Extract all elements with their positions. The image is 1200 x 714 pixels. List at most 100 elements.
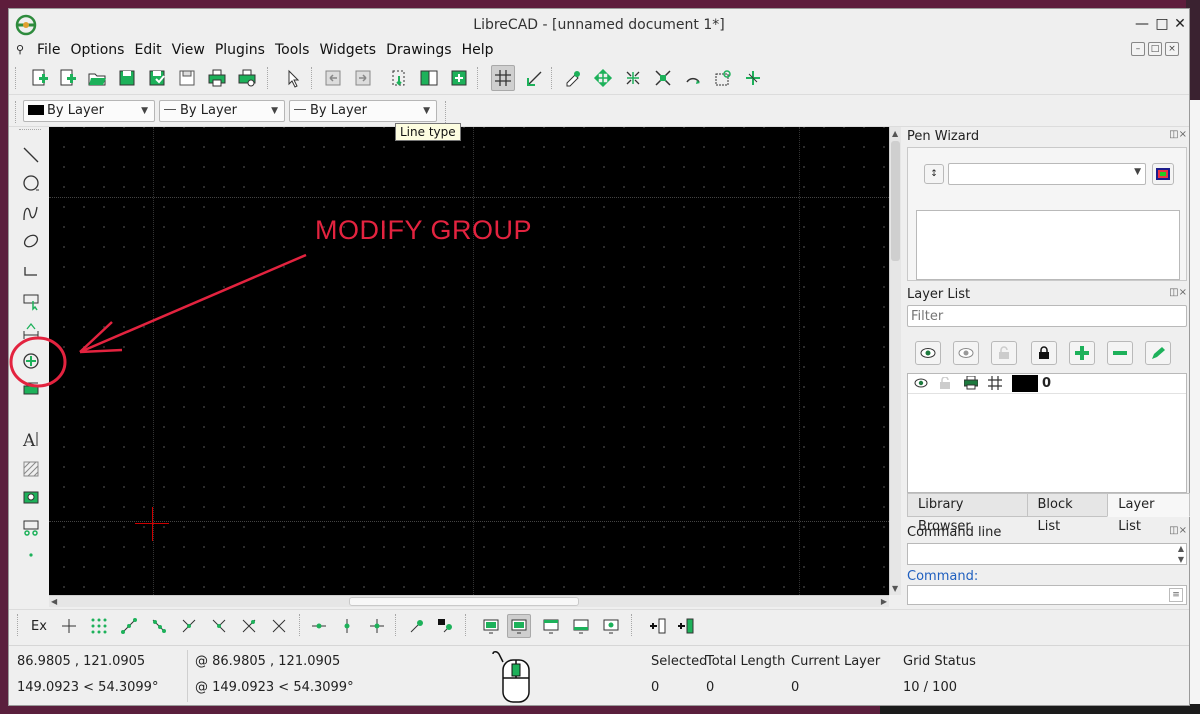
mdi-minimize-icon[interactable]: – (1131, 42, 1145, 56)
pen-linetype-select[interactable]: By Layer ▼ (289, 100, 437, 122)
zoom-in-icon[interactable] (591, 65, 615, 91)
restrict-orthogonal-icon[interactable] (365, 614, 389, 638)
dimension-tool-icon[interactable] (19, 319, 43, 343)
block-tool-icon[interactable] (19, 515, 43, 539)
show-all-layers-icon[interactable] (915, 341, 941, 365)
circle-tool-icon[interactable] (19, 171, 43, 195)
layer-filter-input[interactable] (907, 305, 1187, 327)
pen-color-combo[interactable]: ▼ (948, 163, 1146, 185)
redraw-icon[interactable] (561, 65, 585, 91)
zoom-out-icon[interactable] (621, 65, 645, 91)
snap-distance-icon[interactable] (237, 614, 261, 638)
grid-toggle-icon[interactable] (491, 65, 515, 91)
line-tool-icon[interactable] (19, 143, 43, 167)
dock-float-close-icon[interactable]: ◫× (1169, 287, 1187, 298)
snap-middle-icon[interactable] (207, 614, 231, 638)
layer-lock-icon[interactable] (940, 376, 950, 393)
drawing-canvas[interactable] (49, 127, 889, 595)
menu-file[interactable]: File (33, 41, 66, 59)
scroll-left-icon[interactable]: ◀ (51, 597, 57, 606)
scroll-down-icon[interactable]: ▼ (1178, 555, 1184, 564)
lock-relative-zero-icon[interactable] (433, 614, 457, 638)
scroll-up-icon[interactable]: ▲ (1178, 544, 1184, 553)
layer-visible-icon[interactable] (914, 377, 928, 393)
pen-width-select[interactable]: By Layer ▼ (159, 100, 285, 122)
save-icon[interactable] (115, 65, 139, 91)
canvas-vertical-scrollbar[interactable]: ▲ ▼ (889, 127, 901, 595)
restrict-vertical-icon[interactable] (335, 614, 359, 638)
info-tool-icon[interactable] (19, 377, 43, 401)
print-preview-icon[interactable] (235, 65, 259, 91)
set-relative-zero-icon[interactable] (405, 614, 429, 638)
exclusive-snap-toggle[interactable]: Ex (27, 614, 51, 638)
new-from-template-icon[interactable] (55, 65, 79, 91)
save-as-icon[interactable] (145, 65, 169, 91)
open-file-icon[interactable] (85, 65, 109, 91)
undo-icon[interactable] (321, 65, 345, 91)
print-icon[interactable] (205, 65, 229, 91)
view-mode-icon[interactable] (599, 614, 623, 638)
menu-edit[interactable]: Edit (130, 41, 167, 59)
save-all-icon[interactable] (175, 65, 199, 91)
zoom-window-icon[interactable] (711, 65, 735, 91)
menu-options[interactable]: Options (66, 41, 130, 59)
point-tool-icon[interactable] (19, 543, 43, 567)
menu-widgets[interactable]: Widgets (315, 41, 382, 59)
scrollbar-thumb[interactable] (891, 141, 900, 261)
add-layer-icon[interactable] (1069, 341, 1095, 365)
hatch-tool-icon[interactable] (19, 457, 43, 481)
close-icon[interactable]: ✕ (1171, 15, 1189, 33)
cut-icon[interactable] (387, 65, 411, 91)
menu-tools[interactable]: Tools (271, 41, 316, 59)
snap-grid-icon[interactable] (87, 614, 111, 638)
minimize-icon[interactable]: — (1133, 15, 1151, 33)
scroll-right-icon[interactable]: ▶ (881, 597, 887, 606)
menu-help[interactable]: Help (458, 41, 500, 59)
modify-tool-icon[interactable] (19, 349, 43, 373)
document-menu-icon[interactable]: ⚲ (13, 43, 27, 57)
copy-icon[interactable] (417, 65, 441, 91)
redo-icon[interactable] (351, 65, 375, 91)
layer-construction-icon[interactable] (988, 376, 1002, 394)
snap-intersection-icon[interactable] (267, 614, 291, 638)
remove-layer-icon[interactable] (1107, 341, 1133, 365)
curve-tool-icon[interactable] (19, 201, 43, 225)
mdi-restore-icon[interactable]: □ (1148, 42, 1162, 56)
layer-print-icon[interactable] (963, 375, 979, 394)
command-options-icon[interactable]: ≡ (1169, 588, 1183, 602)
image-tool-icon[interactable] (19, 485, 43, 509)
paste-icon[interactable] (447, 65, 471, 91)
lock-all-layers-icon[interactable] (1031, 341, 1057, 365)
layer-table[interactable]: 0 (907, 373, 1187, 493)
view-mode-icon[interactable] (479, 614, 503, 638)
menu-view[interactable]: View (168, 41, 211, 59)
new-file-icon[interactable] (27, 65, 51, 91)
hide-all-layers-icon[interactable] (953, 341, 979, 365)
tab-layer-list[interactable]: Layer List (1107, 493, 1190, 534)
dock-float-close-icon[interactable]: ◫× (1169, 129, 1187, 140)
restrict-horizontal-icon[interactable] (307, 614, 331, 638)
select-pointer-icon[interactable] (281, 65, 305, 91)
scrollbar-thumb[interactable] (349, 597, 579, 606)
menu-drawings[interactable]: Drawings (382, 41, 458, 59)
snap-free-icon[interactable] (57, 614, 81, 638)
maximize-icon[interactable]: □ (1153, 15, 1171, 33)
canvas-horizontal-scrollbar[interactable]: ◀ ▶ (49, 595, 889, 607)
unlock-all-layers-icon[interactable] (991, 341, 1017, 365)
snap-on-entity-icon[interactable] (147, 614, 171, 638)
text-tool-icon[interactable]: A (19, 427, 43, 451)
zoom-auto-icon[interactable] (651, 65, 675, 91)
polyline-tool-icon[interactable] (19, 259, 43, 283)
command-input[interactable]: ≡ (907, 585, 1187, 605)
zoom-pan-icon[interactable] (741, 65, 765, 91)
tab-library-browser[interactable]: Library Browser (907, 493, 1028, 534)
zoom-previous-icon[interactable] (681, 65, 705, 91)
scroll-up-icon[interactable]: ▲ (892, 129, 898, 138)
color-picker-icon[interactable] (1152, 163, 1174, 185)
snap-endpoint-icon[interactable] (117, 614, 141, 638)
add-ucs-icon[interactable] (645, 614, 669, 638)
table-row[interactable]: 0 (908, 374, 1186, 394)
color-favorites-list[interactable] (916, 210, 1180, 280)
view-mode-icon[interactable] (569, 614, 593, 638)
menu-plugins[interactable]: Plugins (211, 41, 271, 59)
